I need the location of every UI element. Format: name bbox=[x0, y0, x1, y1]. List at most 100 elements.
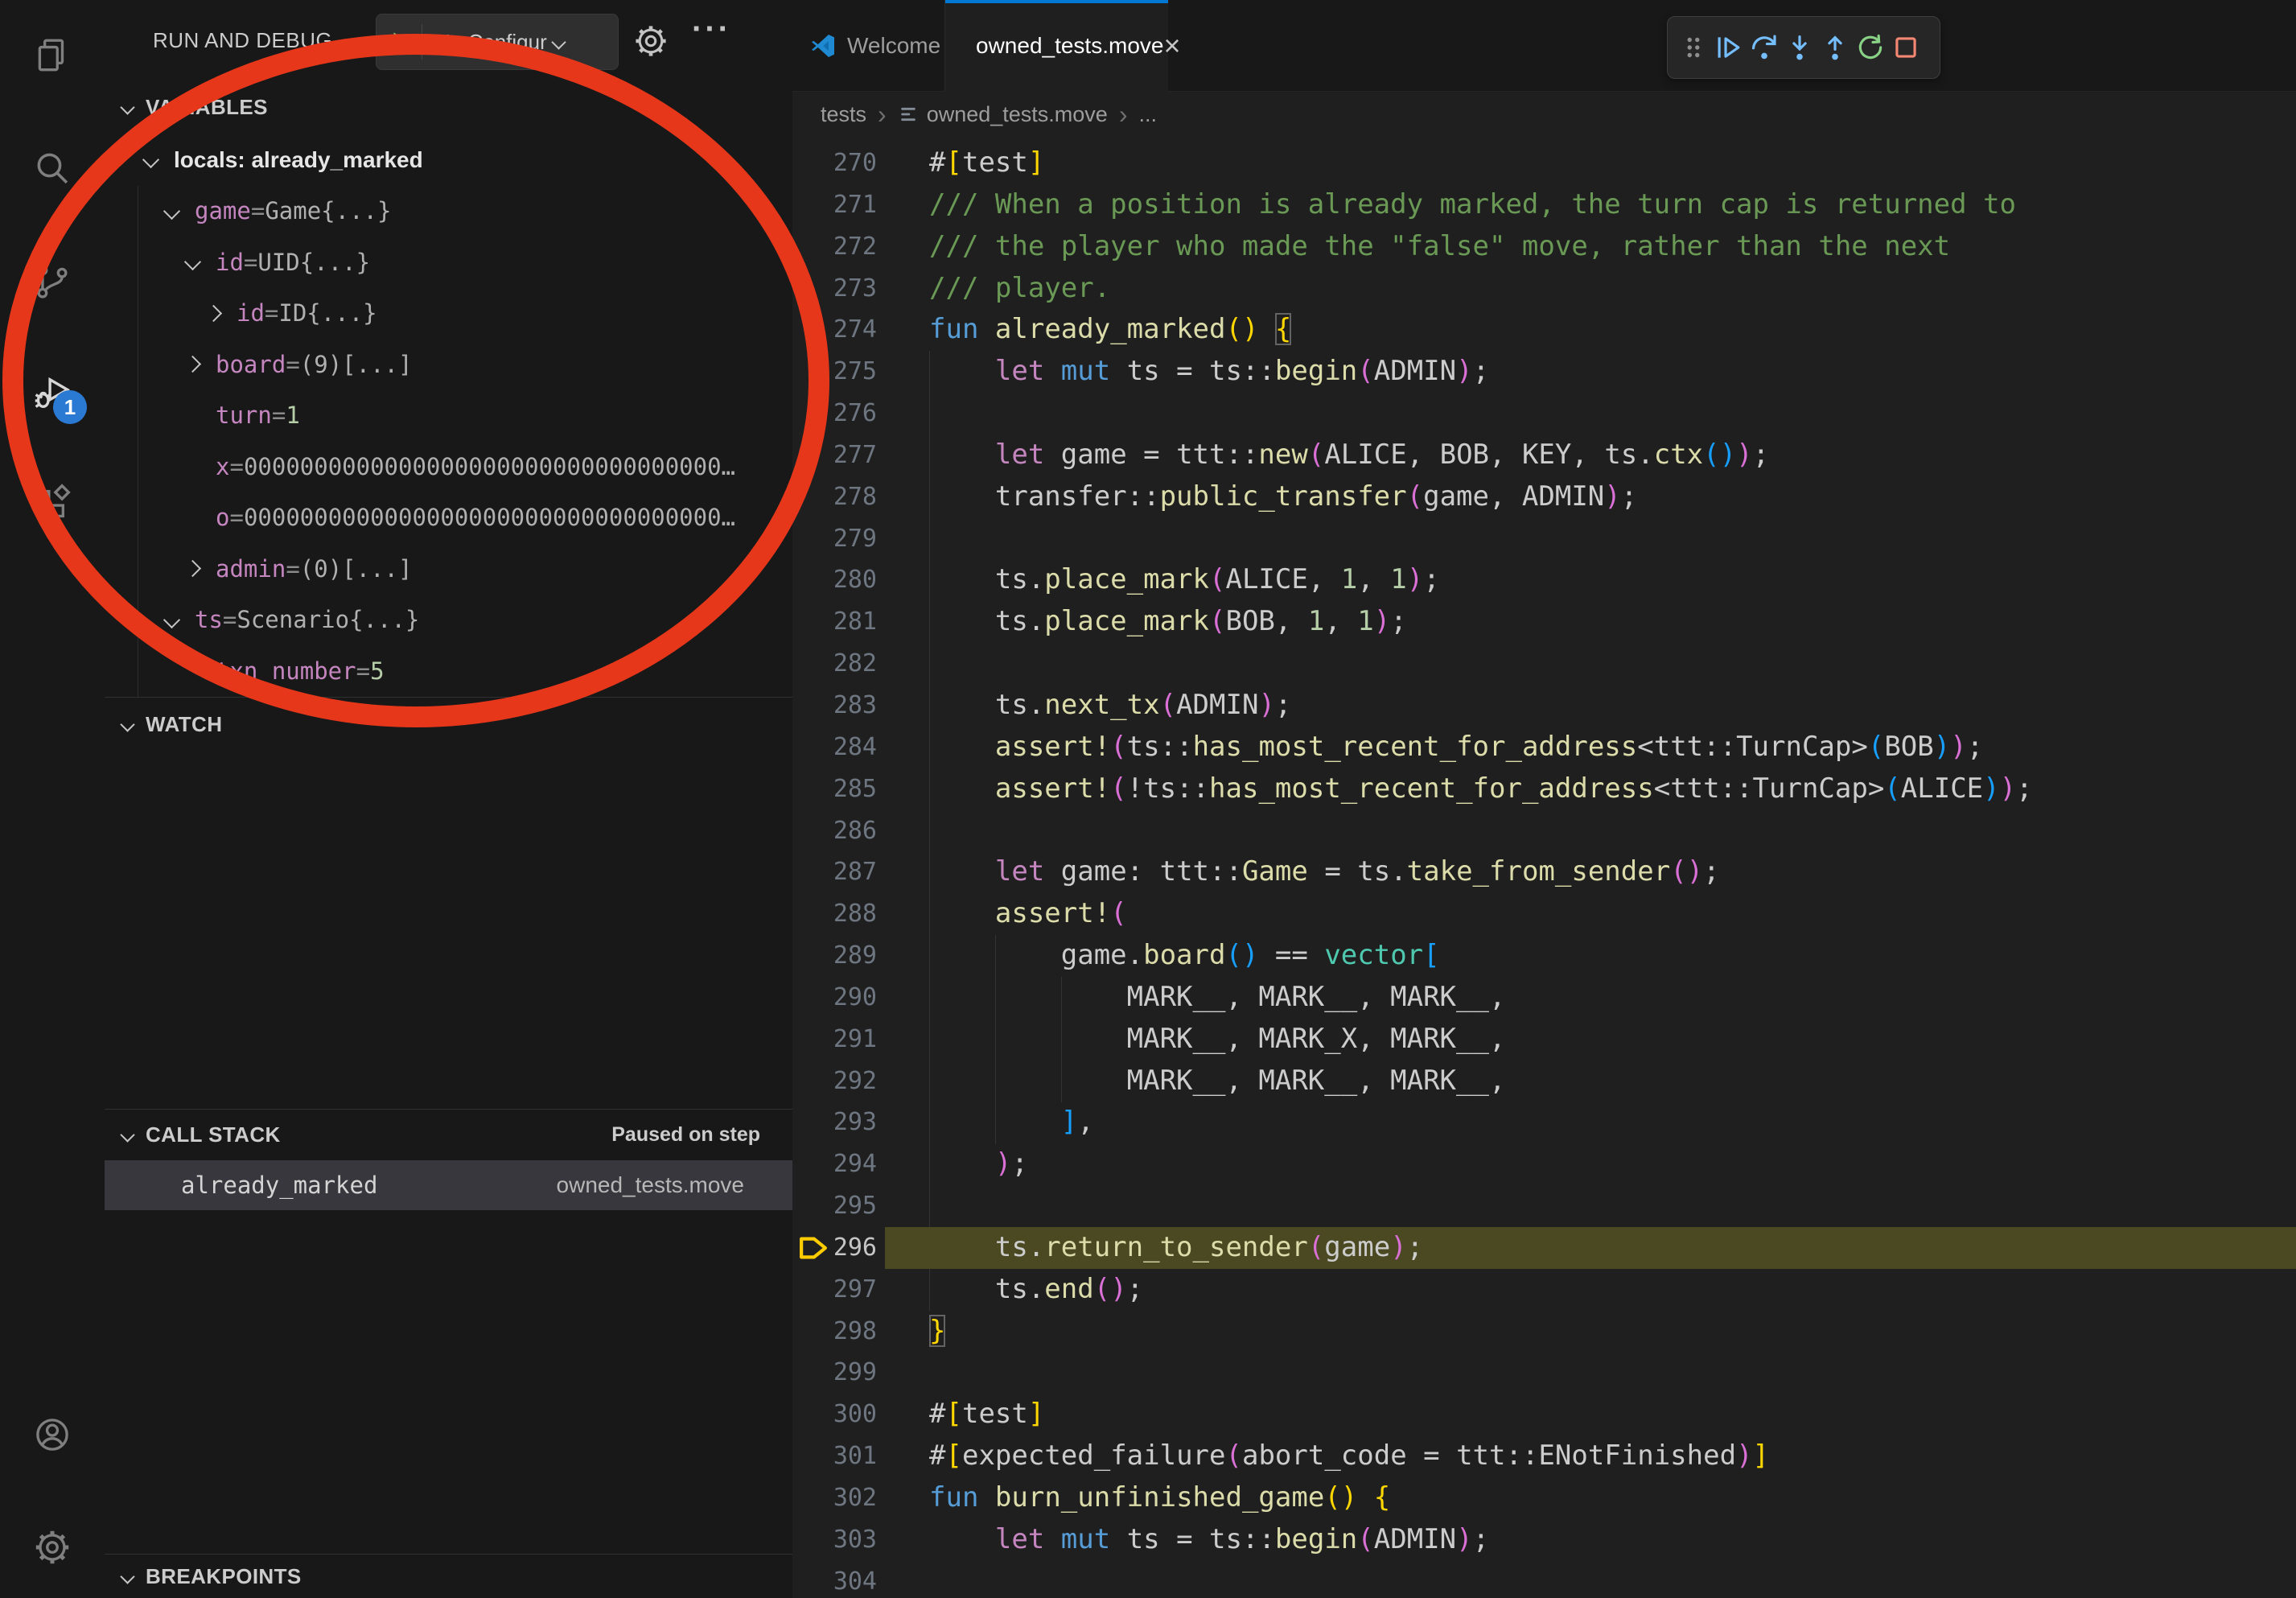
code-line[interactable]: 290 MARK__, MARK__, MARK__, bbox=[792, 977, 2296, 1019]
step-into-icon[interactable] bbox=[1782, 30, 1817, 65]
code-line[interactable]: 299 bbox=[792, 1352, 2296, 1394]
line-number[interactable]: 282 bbox=[792, 643, 929, 685]
toolbar-grip[interactable] bbox=[1676, 30, 1711, 65]
code-line[interactable]: 297 ts.end(); bbox=[792, 1269, 2296, 1311]
line-number[interactable]: 295 bbox=[792, 1185, 929, 1227]
variable-row[interactable]: o = 0000000000000000000000000000000000… bbox=[105, 492, 792, 544]
variable-row[interactable]: ts = Scenario{...} bbox=[105, 595, 792, 646]
line-number[interactable]: 287 bbox=[792, 851, 929, 893]
code-line[interactable]: 273/// player. bbox=[792, 268, 2296, 310]
source-control-icon[interactable] bbox=[32, 262, 72, 302]
variable-row[interactable]: x = 0000000000000000000000000000000000… bbox=[105, 441, 792, 492]
code-line[interactable]: 289 game.board() == vector[ bbox=[792, 935, 2296, 977]
code-line[interactable]: 296 ts.return_to_sender(game); bbox=[792, 1227, 2296, 1269]
line-number[interactable]: 274 bbox=[792, 309, 929, 351]
code-line[interactable]: 280 ts.place_mark(ALICE, 1, 1); bbox=[792, 559, 2296, 601]
launch-configuration-dropdown[interactable]: No Configur bbox=[376, 14, 619, 70]
close-icon[interactable]: × bbox=[1163, 31, 1180, 60]
code-line[interactable]: 270#[test] bbox=[792, 142, 2296, 184]
code-line[interactable]: 287 let game: ttt::Game = ts.take_from_s… bbox=[792, 851, 2296, 893]
code-line[interactable]: 271/// When a position is already marked… bbox=[792, 184, 2296, 226]
code-editor[interactable]: 270#[test]271/// When a position is alre… bbox=[792, 142, 2296, 1598]
extensions-icon[interactable] bbox=[32, 484, 72, 524]
tab-welcome[interactable]: Welcome bbox=[792, 0, 945, 91]
code-line[interactable]: 285 assert!(!ts::has_most_recent_for_add… bbox=[792, 768, 2296, 810]
call-stack-frame[interactable]: already_marked owned_tests.move bbox=[105, 1160, 792, 1210]
line-number[interactable]: 283 bbox=[792, 685, 929, 727]
code-line[interactable]: 301#[expected_failure(abort_code = ttt::… bbox=[792, 1435, 2296, 1477]
code-line[interactable]: 298} bbox=[792, 1311, 2296, 1353]
start-debug-icon[interactable] bbox=[388, 30, 412, 54]
line-number[interactable]: 276 bbox=[792, 393, 929, 435]
line-number[interactable]: 273 bbox=[792, 268, 929, 310]
line-number[interactable]: 278 bbox=[792, 476, 929, 518]
code-line[interactable]: 278 transfer::public_transfer(game, ADMI… bbox=[792, 476, 2296, 518]
line-number[interactable]: 297 bbox=[792, 1269, 929, 1311]
tab-owned-tests-move[interactable]: owned_tests.move × bbox=[945, 0, 1168, 92]
variable-row[interactable]: id = ID{...} bbox=[105, 288, 792, 340]
variable-row[interactable]: turn = 1 bbox=[105, 390, 792, 442]
code-line[interactable]: 300#[test] bbox=[792, 1394, 2296, 1435]
variable-row[interactable]: admin = (0)[...] bbox=[105, 543, 792, 595]
line-number[interactable]: 272 bbox=[792, 226, 929, 268]
code-line[interactable]: 288 assert!( bbox=[792, 893, 2296, 935]
line-number[interactable]: 277 bbox=[792, 435, 929, 476]
line-number[interactable]: 294 bbox=[792, 1143, 929, 1185]
step-over-icon[interactable] bbox=[1747, 30, 1782, 65]
line-number[interactable]: 303 bbox=[792, 1519, 929, 1561]
code-line[interactable]: 291 MARK__, MARK_X, MARK__, bbox=[792, 1019, 2296, 1061]
code-line[interactable]: 295 bbox=[792, 1185, 2296, 1227]
line-number[interactable]: 300 bbox=[792, 1394, 929, 1435]
explorer-icon[interactable] bbox=[32, 35, 72, 76]
line-number[interactable]: 289 bbox=[792, 935, 929, 977]
code-line[interactable]: 283 ts.next_tx(ADMIN); bbox=[792, 685, 2296, 727]
variable-row[interactable]: board = (9)[...] bbox=[105, 339, 792, 390]
line-number[interactable]: 290 bbox=[792, 977, 929, 1019]
line-number[interactable]: 291 bbox=[792, 1019, 929, 1061]
step-out-icon[interactable] bbox=[1817, 30, 1853, 65]
line-number[interactable]: 292 bbox=[792, 1061, 929, 1102]
line-number[interactable]: 286 bbox=[792, 810, 929, 852]
breadcrumb-item-tests[interactable]: tests bbox=[821, 102, 866, 127]
line-number[interactable]: 293 bbox=[792, 1102, 929, 1143]
line-number[interactable]: 299 bbox=[792, 1352, 929, 1394]
line-number[interactable]: 280 bbox=[792, 559, 929, 601]
code-line[interactable]: 292 MARK__, MARK__, MARK__, bbox=[792, 1061, 2296, 1102]
code-line[interactable]: 272/// the player who made the "false" m… bbox=[792, 226, 2296, 268]
account-icon[interactable] bbox=[32, 1415, 72, 1455]
line-number[interactable]: 270 bbox=[792, 142, 929, 184]
continue-icon[interactable] bbox=[1711, 30, 1747, 65]
line-number[interactable]: 288 bbox=[792, 893, 929, 935]
code-line[interactable]: 294 ); bbox=[792, 1143, 2296, 1185]
line-number[interactable]: 279 bbox=[792, 518, 929, 560]
line-number[interactable]: 281 bbox=[792, 601, 929, 643]
code-line[interactable]: 303 let mut ts = ts::begin(ADMIN); bbox=[792, 1519, 2296, 1561]
line-number[interactable]: 301 bbox=[792, 1435, 929, 1477]
search-icon[interactable] bbox=[32, 148, 72, 188]
restart-icon[interactable] bbox=[1853, 30, 1888, 65]
code-line[interactable]: 284 assert!(ts::has_most_recent_for_addr… bbox=[792, 727, 2296, 768]
breadcrumb-item-file[interactable]: owned_tests.move bbox=[927, 102, 1108, 127]
line-number[interactable]: 298 bbox=[792, 1311, 929, 1353]
code-line[interactable]: 293 ], bbox=[792, 1102, 2296, 1143]
code-line[interactable]: 276 bbox=[792, 393, 2296, 435]
variables-section-header[interactable]: VARIABLES bbox=[105, 80, 792, 134]
code-line[interactable]: 304 bbox=[792, 1561, 2296, 1598]
code-line[interactable]: 302fun burn_unfinished_game() { bbox=[792, 1477, 2296, 1519]
call-stack-section-header[interactable]: CALL STACK Paused on step bbox=[105, 1110, 792, 1160]
views-more-actions-icon[interactable]: ··· bbox=[692, 11, 731, 47]
line-number[interactable]: 302 bbox=[792, 1477, 929, 1519]
breadcrumb-item-symbol[interactable]: ... bbox=[1138, 102, 1157, 127]
watch-section-header[interactable]: WATCH bbox=[105, 698, 792, 752]
code-line[interactable]: 279 bbox=[792, 518, 2296, 560]
breakpoints-section-header[interactable]: BREAKPOINTS bbox=[105, 1555, 792, 1598]
code-line[interactable]: 274fun already_marked() { bbox=[792, 309, 2296, 351]
line-number[interactable]: 284 bbox=[792, 727, 929, 768]
code-line[interactable]: 282 bbox=[792, 643, 2296, 685]
variable-row[interactable]: game = Game{...} bbox=[105, 186, 792, 237]
code-line[interactable]: 281 ts.place_mark(BOB, 1, 1); bbox=[792, 601, 2296, 643]
settings-gear-icon[interactable] bbox=[32, 1527, 72, 1567]
line-number[interactable]: 271 bbox=[792, 184, 929, 226]
stop-icon[interactable] bbox=[1888, 30, 1924, 65]
debug-settings-gear-icon[interactable] bbox=[632, 23, 669, 60]
